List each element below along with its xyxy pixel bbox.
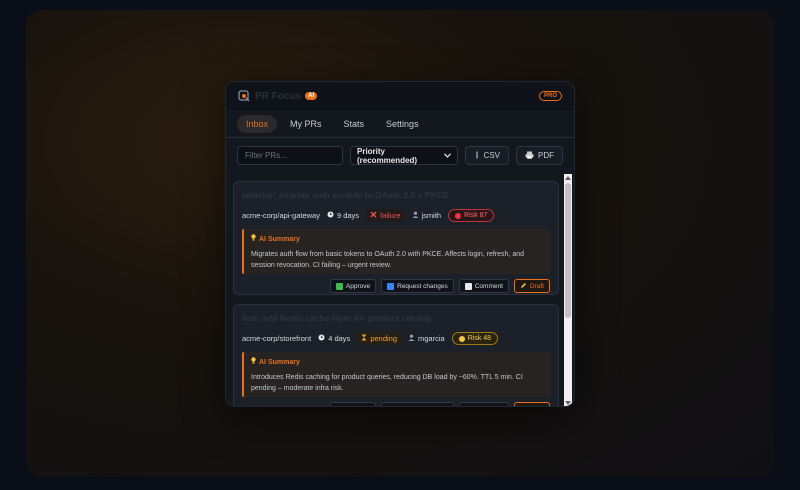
logo-icon — [238, 90, 250, 102]
pr-author-text: jsmith — [421, 211, 442, 220]
ai-badge: AI — [305, 92, 318, 100]
check-icon — [335, 282, 343, 290]
pr-age-text: 4 days — [328, 334, 351, 343]
risk-text: Risk 87 — [464, 212, 488, 219]
pr-author: jsmith — [412, 211, 442, 220]
ai-summary-title: AI Summary — [259, 235, 300, 243]
pr-actions: Approve Request changes Comment Draft — [242, 402, 550, 407]
comment-label: Comment — [474, 282, 503, 290]
scroll-up-icon[interactable] — [565, 176, 571, 180]
pr-card[interactable]: refactor: migrate auth module to OAuth 2… — [233, 181, 559, 295]
draft-button[interactable]: Draft — [513, 279, 550, 293]
status-badge: pending — [357, 332, 402, 345]
comment-label: Comment — [475, 406, 503, 407]
comment-button[interactable]: Comment — [458, 279, 509, 293]
tab-settings[interactable]: Settings — [377, 115, 428, 133]
draft-label: Draft — [530, 406, 544, 407]
csv-label: CSV — [483, 151, 500, 160]
pdf-button[interactable]: PDF — [516, 146, 563, 165]
comment-icon — [464, 405, 472, 406]
pr-age: 9 days — [327, 211, 359, 220]
chevron-down-icon — [443, 151, 451, 160]
tab-stats[interactable]: Stats — [335, 115, 374, 133]
ai-summary: AI Summary Introduces Redis caching for … — [242, 352, 550, 397]
pr-title[interactable]: feat: add Redis cache layer for product … — [242, 313, 550, 323]
pr-repo: acme-corp/api-gateway — [242, 211, 320, 220]
request-changes-label: Request changes — [397, 406, 448, 407]
risk-text: Risk 48 — [467, 335, 492, 342]
risk-dot-icon — [455, 212, 462, 219]
popup-header: PR Focus AI PRO — [226, 82, 574, 110]
scroll-down-icon[interactable] — [565, 401, 571, 405]
comment-button[interactable]: Comment — [458, 402, 509, 407]
clock-icon — [318, 334, 325, 343]
approve-label: Approve — [345, 282, 371, 290]
user-icon — [412, 211, 419, 220]
pro-badge[interactable]: PRO — [538, 91, 562, 101]
pr-age: 4 days — [318, 334, 350, 343]
approve-label: Approve — [346, 406, 370, 407]
pr-repo: acme-corp/storefront — [242, 334, 312, 343]
request-changes-button[interactable]: Request changes — [381, 402, 454, 407]
pr-list[interactable]: refactor: migrate auth module to OAuth 2… — [226, 174, 574, 407]
lightbulb-icon — [251, 234, 256, 244]
scrollbar[interactable] — [564, 174, 572, 406]
pr-meta: acme-corp/api-gateway 9 days failure jsm… — [242, 209, 550, 222]
comment-icon — [464, 282, 472, 290]
risk-badge: Risk 48 — [451, 332, 499, 345]
pr-author: mgarcia — [408, 334, 445, 343]
approve-button[interactable]: Approve — [329, 279, 377, 293]
refresh-icon — [387, 282, 395, 290]
tab-inbox[interactable]: Inbox — [237, 114, 278, 133]
pr-meta: acme-corp/storefront 4 days pending mgar… — [242, 332, 550, 345]
tab-bar: Inbox My PRs Stats Settings — [226, 110, 574, 138]
toolbar: Priority (recommended) CSV PDF — [226, 138, 574, 173]
pr-card[interactable]: feat: add Redis cache layer for product … — [233, 304, 559, 407]
filter-input[interactable] — [237, 146, 343, 165]
printer-icon — [525, 151, 534, 161]
pen-icon — [520, 282, 527, 291]
pen-icon — [520, 405, 527, 406]
sort-select-value: Priority (recommended) — [357, 146, 418, 165]
ai-summary-head: AI Summary — [251, 234, 543, 244]
pr-title[interactable]: refactor: migrate auth module to OAuth 2… — [242, 190, 550, 200]
risk-dot-icon — [458, 335, 465, 342]
extension-popup: PR Focus AI PRO Inbox My PRs Stats Setti… — [225, 81, 575, 407]
scroll-thumb[interactable] — [565, 183, 571, 318]
refresh-icon — [387, 405, 395, 406]
pr-age-text: 9 days — [336, 211, 360, 220]
ai-summary-text: Migrates auth flow from basic tokens to … — [251, 251, 525, 269]
pr-actions: Approve Request changes Comment Draft — [242, 279, 550, 293]
status-text: pending — [370, 334, 398, 343]
ai-summary-text: Introduces Redis caching for product que… — [251, 374, 523, 392]
pr-author-text: mgarcia — [418, 334, 445, 343]
ai-summary-head: AI Summary — [251, 357, 543, 367]
user-icon — [408, 334, 415, 343]
lightbulb-icon — [251, 357, 256, 367]
pdf-label: PDF — [538, 151, 554, 160]
brand-name: PR Focus — [255, 90, 302, 102]
clock-icon — [327, 211, 334, 220]
hourglass-icon — [361, 334, 367, 343]
draft-label: Draft — [529, 282, 544, 290]
download-icon — [474, 151, 480, 161]
draft-button[interactable]: Draft — [513, 402, 550, 407]
request-changes-button[interactable]: Request changes — [381, 279, 454, 293]
status-text: failure — [380, 211, 401, 220]
request-changes-label: Request changes — [397, 282, 448, 290]
check-icon — [335, 405, 343, 406]
ai-summary: AI Summary Migrates auth flow from basic… — [242, 229, 550, 274]
risk-badge: Risk 87 — [448, 209, 495, 222]
status-badge: failure — [366, 209, 405, 222]
approve-button[interactable]: Approve — [329, 402, 377, 407]
ai-summary-title: AI Summary — [259, 358, 300, 366]
sort-select[interactable]: Priority (recommended) — [350, 146, 458, 165]
csv-button[interactable]: CSV — [464, 146, 509, 165]
x-icon — [370, 211, 377, 220]
tab-my-prs[interactable]: My PRs — [281, 115, 331, 133]
